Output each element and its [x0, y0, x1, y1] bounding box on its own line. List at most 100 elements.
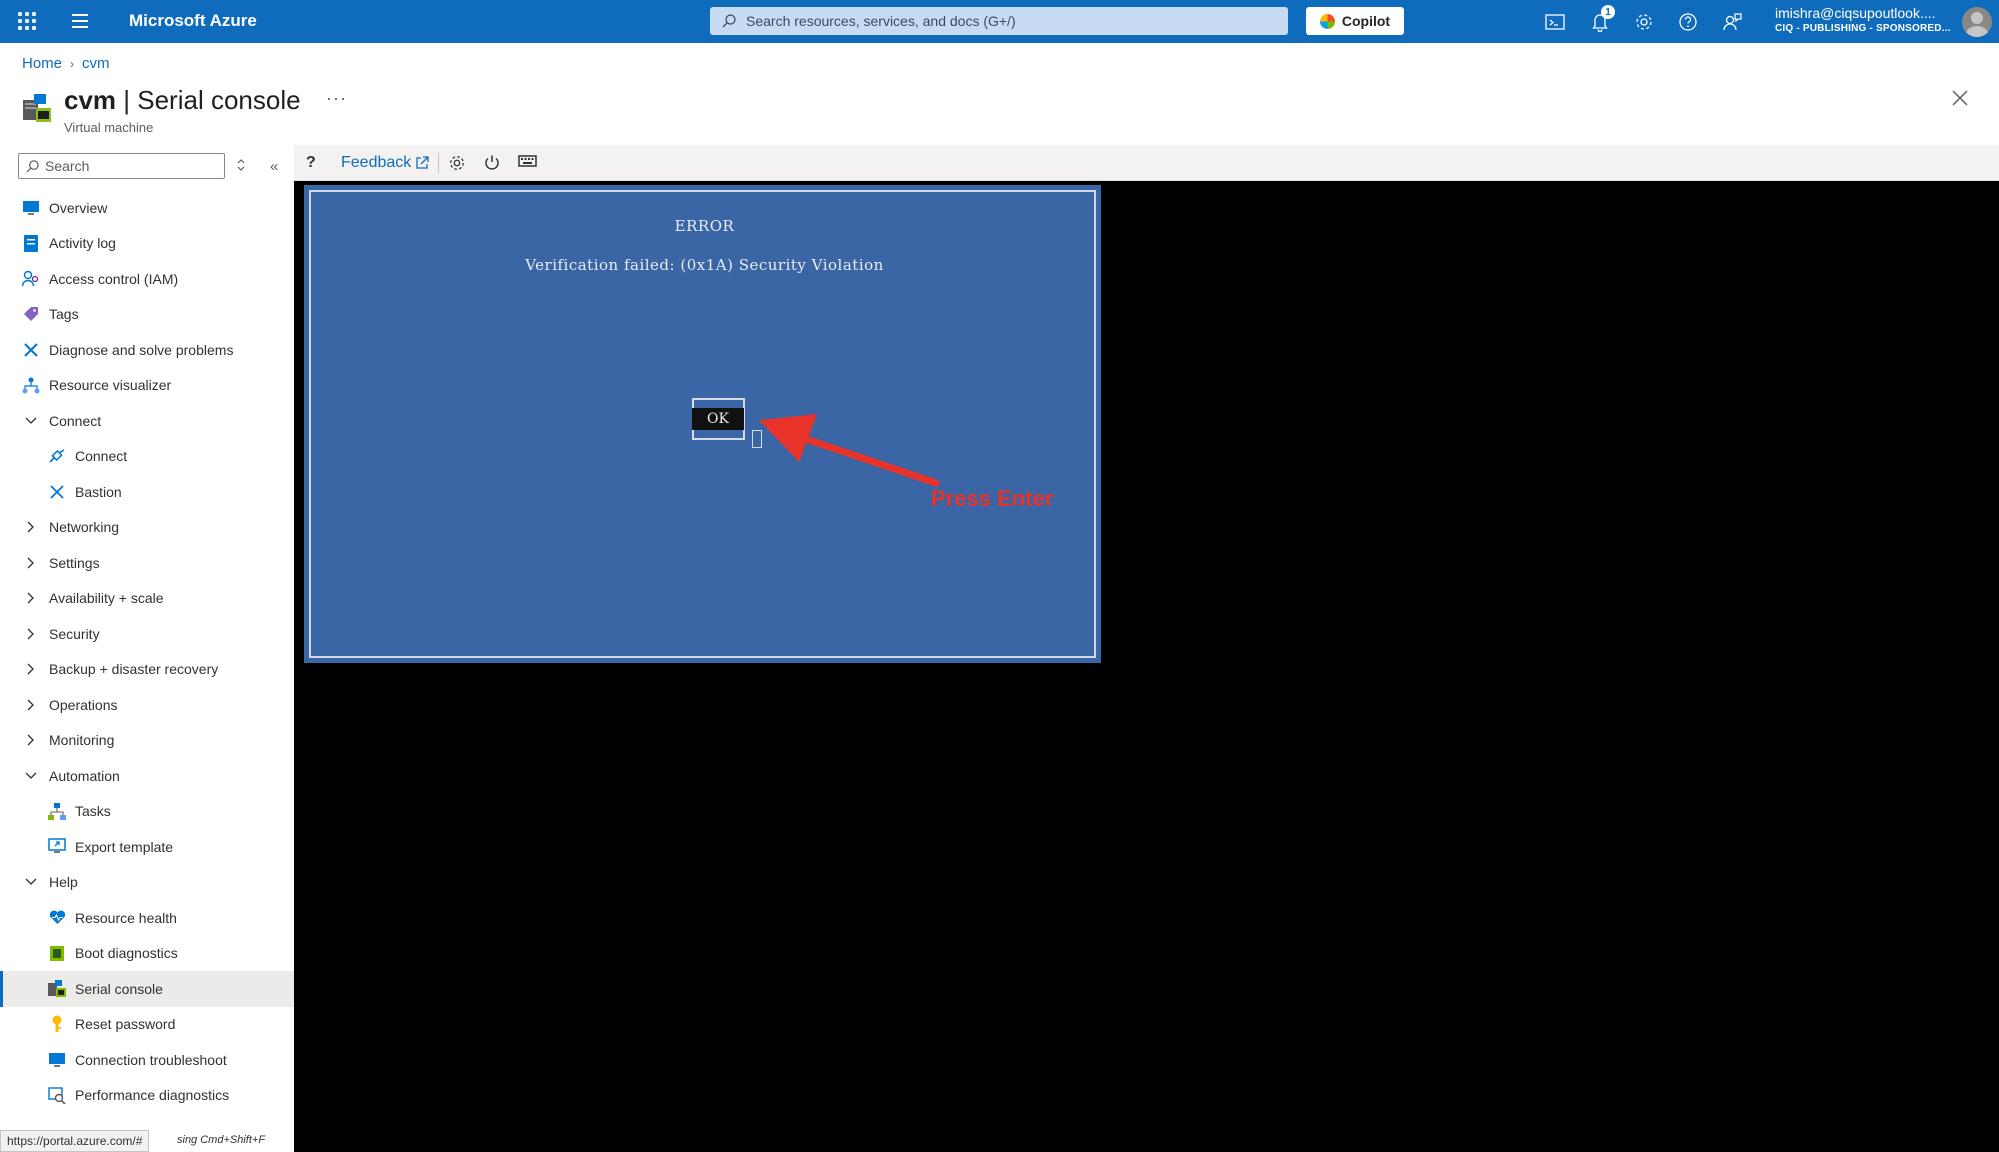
sidebar-item-label: Reset password [75, 1016, 176, 1033]
press-enter-annotation: Press Enter [931, 486, 1054, 511]
sidebar-group-help[interactable]: Help [0, 865, 294, 901]
global-search-input[interactable]: Search resources, services, and docs (G+… [710, 7, 1288, 35]
sidebar-item-resource-health[interactable]: Resource health [0, 900, 294, 936]
account-menu[interactable]: imishra@ciqsupoutlook.... CIQ - PUBLISHI… [1775, 5, 1951, 34]
chevron-right-icon [22, 734, 40, 746]
sidebar-item-label: Automation [49, 767, 120, 784]
account-tenant: CIQ - PUBLISHING - SPONSORED... [1775, 23, 1951, 34]
sidebar-item-label: Tasks [75, 803, 111, 820]
breadcrumb-home-link[interactable]: Home [22, 55, 62, 72]
error-dialog-message: Verification failed: (0x1A) Security Vio… [525, 256, 884, 274]
keyboard-icon[interactable] [518, 154, 537, 168]
chevron-down-icon [22, 878, 40, 886]
boot-diagnostics-icon [48, 944, 66, 962]
sidebar-group-security[interactable]: Security [0, 616, 294, 652]
serial-console-terminal[interactable]: ERROR Verification failed: (0x1A) Securi… [294, 181, 1999, 1152]
sidebar-item-connection-troubleshoot[interactable]: Connection troubleshoot [0, 1042, 294, 1078]
sidebar-item-diagnose[interactable]: Diagnose and solve problems [0, 332, 294, 368]
copilot-button[interactable]: Copilot [1306, 7, 1404, 35]
sidebar-item-label: Connection troubleshoot [75, 1051, 227, 1068]
close-icon[interactable] [1950, 88, 1970, 108]
collapse-sidebar-button[interactable]: « [270, 158, 278, 175]
breadcrumb-cvm-link[interactable]: cvm [82, 55, 110, 72]
sidebar-item-label: Connect [75, 448, 128, 465]
copilot-icon [1319, 13, 1335, 29]
sidebar-item-tasks[interactable]: Tasks [0, 794, 294, 830]
sidebar-search-placeholder: Search [45, 158, 90, 174]
sidebar-item-label: Activity log [49, 235, 116, 252]
sort-updown-icon[interactable] [236, 159, 246, 171]
toolbar-divider [438, 153, 439, 173]
sidebar-group-settings[interactable]: Settings [0, 545, 294, 581]
chevron-right-icon [22, 663, 40, 675]
sidebar-item-performance-diagnostics[interactable]: Performance diagnostics [0, 1078, 294, 1114]
breadcrumb: Home › cvm [22, 55, 110, 72]
sidebar-item-export-template[interactable]: Export template [0, 829, 294, 865]
tag-icon [22, 305, 40, 323]
search-icon [26, 160, 39, 173]
error-dialog: ERROR Verification failed: (0x1A) Securi… [304, 185, 1101, 663]
page-title: cvm | Serial console [64, 85, 301, 116]
sidebar-item-label: Monitoring [49, 732, 115, 749]
sidebar-item-bastion[interactable]: Bastion [0, 474, 294, 510]
error-dialog-frame: ERROR Verification failed: (0x1A) Securi… [309, 190, 1096, 658]
sidebar-group-operations[interactable]: Operations [0, 687, 294, 723]
status-bar-url: https://portal.azure.com/# [0, 1130, 150, 1152]
plug-connect-icon [48, 447, 66, 465]
console-settings-gear-icon[interactable] [448, 154, 466, 172]
brand-title[interactable]: Microsoft Azure [129, 11, 257, 31]
account-email: imishra@ciqsupoutlook.... [1775, 5, 1936, 21]
sidebar-group-networking[interactable]: Networking [0, 510, 294, 546]
page-title-resource: cvm [64, 85, 117, 115]
sidebar-nav: Overview Activity log Access control (IA… [0, 190, 294, 1113]
page-subtitle: Virtual machine [64, 120, 154, 135]
sidebar-group-backup[interactable]: Backup + disaster recovery [0, 652, 294, 688]
monitor-icon [48, 1051, 66, 1069]
chevron-right-icon [22, 557, 40, 569]
chevron-right-icon [22, 628, 40, 640]
sidebar-item-label: Connect [49, 412, 102, 429]
portal-menu-icon[interactable] [72, 14, 88, 28]
sidebar-item-tags[interactable]: Tags [0, 297, 294, 333]
sidebar-item-boot-diagnostics[interactable]: Boot diagnostics [0, 936, 294, 972]
ok-button[interactable]: OK [692, 408, 744, 430]
tasks-hierarchy-icon [48, 802, 66, 820]
sidebar-group-connect[interactable]: Connect [0, 403, 294, 439]
sidebar-group-automation[interactable]: Automation [0, 758, 294, 794]
settings-gear-icon[interactable] [1633, 11, 1655, 33]
chevron-right-icon [22, 699, 40, 711]
sidebar-group-monitoring[interactable]: Monitoring [0, 723, 294, 759]
notifications-icon[interactable]: 1 [1589, 5, 1615, 33]
sidebar-item-resource-visualizer[interactable]: Resource visualizer [0, 368, 294, 404]
sidebar-item-reset-password[interactable]: Reset password [0, 1007, 294, 1043]
sidebar-search-input[interactable]: Search [18, 153, 225, 179]
monitor-icon [22, 199, 40, 217]
sidebar-item-connect[interactable]: Connect [0, 439, 294, 475]
sidebar-item-access-control[interactable]: Access control (IAM) [0, 261, 294, 297]
feedback-label: Feedback [341, 154, 412, 171]
serial-console-toolbar: ? Feedback [294, 145, 1999, 181]
sidebar-item-label: Resource visualizer [49, 377, 172, 394]
more-options-button[interactable]: ··· [326, 88, 347, 109]
power-icon[interactable] [483, 154, 501, 172]
sidebar-group-availability[interactable]: Availability + scale [0, 581, 294, 617]
serial-console-icon [48, 980, 66, 998]
top-bar: Microsoft Azure Search resources, servic… [0, 0, 1999, 43]
app-launcher-icon[interactable] [18, 12, 36, 30]
sidebar-item-overview[interactable]: Overview [0, 190, 294, 226]
sidebar-item-serial-console[interactable]: Serial console [0, 971, 294, 1007]
sidebar-item-label: Security [49, 625, 100, 642]
help-button[interactable]: ? [306, 154, 316, 172]
feedback-person-icon[interactable] [1721, 11, 1743, 33]
search-icon [722, 14, 736, 28]
cloud-shell-icon[interactable] [1544, 11, 1566, 33]
sidebar-item-activity-log[interactable]: Activity log [0, 226, 294, 262]
sidebar-item-label: Overview [49, 199, 108, 216]
hierarchy-icon [22, 376, 40, 394]
feedback-link[interactable]: Feedback [341, 154, 429, 172]
magnifier-chart-icon [48, 1086, 66, 1104]
annotation-arrow-icon [759, 414, 940, 487]
help-question-icon[interactable] [1677, 11, 1699, 33]
avatar[interactable] [1962, 7, 1992, 37]
sidebar-item-label: Tags [49, 306, 79, 323]
